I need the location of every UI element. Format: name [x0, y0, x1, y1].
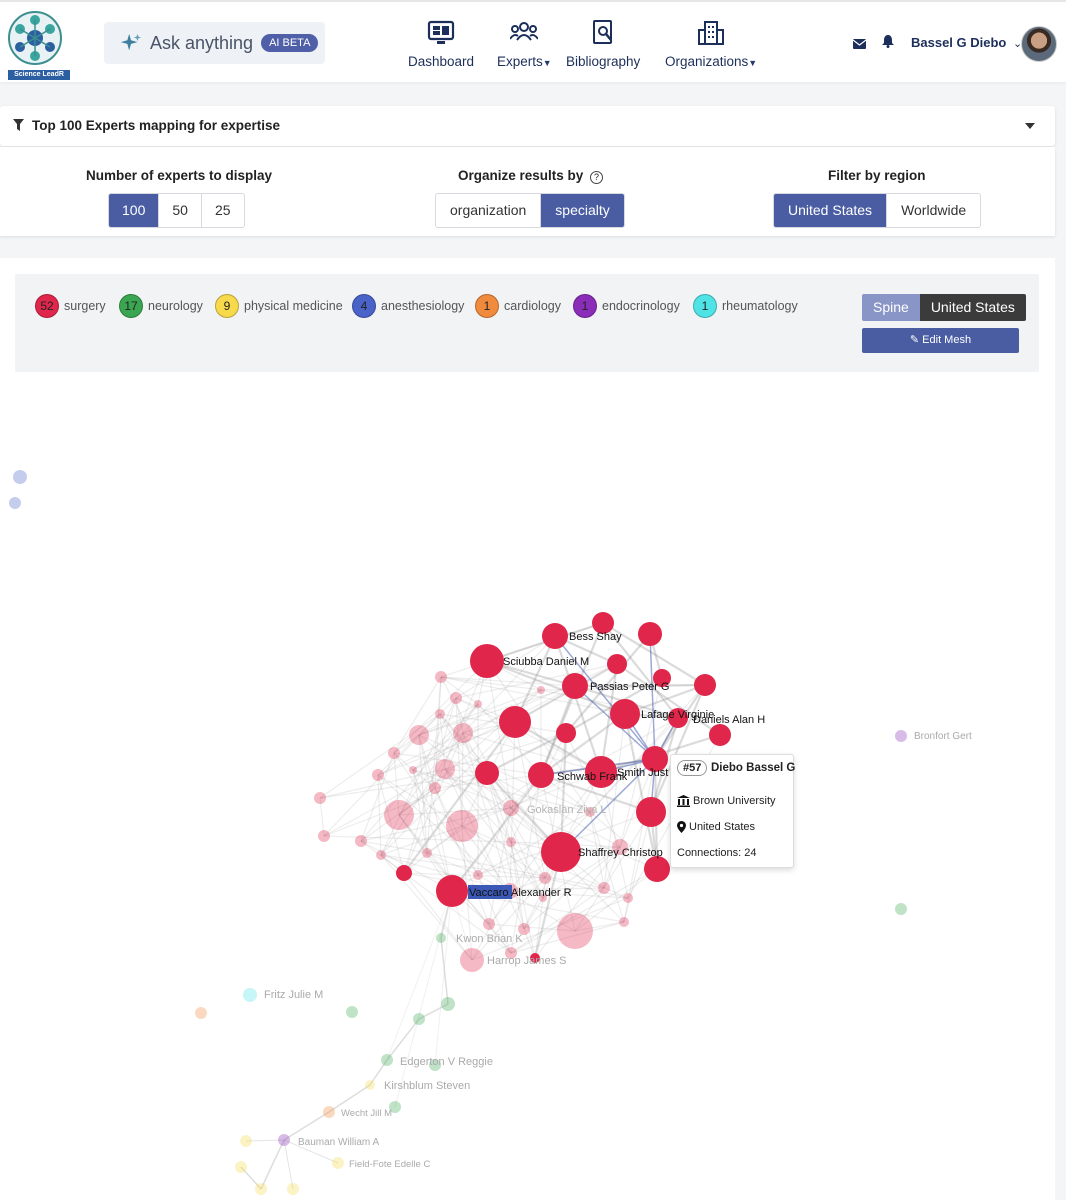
expert-connections: Connections: 24	[677, 847, 757, 859]
ai-beta-badge: AI BETA	[261, 34, 319, 52]
display-options: Number of experts to display 100 50 25 O…	[0, 147, 1055, 236]
legend-count: 1	[475, 294, 499, 318]
legend-item-cardiology[interactable]: 1 cardiology	[475, 294, 561, 318]
organize-option-organization[interactable]: organization	[436, 194, 542, 227]
legend-count: 1	[573, 294, 597, 318]
filter-icon	[13, 119, 24, 131]
legend-label: physical medicine	[244, 299, 343, 313]
legend-item-rheumatology[interactable]: 1 rheumatology	[693, 294, 798, 318]
avatar[interactable]	[1021, 26, 1057, 62]
legend-count: 17	[119, 294, 143, 318]
legend-label: cardiology	[504, 299, 561, 313]
legend-label: endocrinology	[602, 299, 680, 313]
expert-country: United States	[689, 821, 756, 833]
top-navbar: Science LeadR Ask anything AI BETA Dashb…	[0, 0, 1066, 82]
region-option-worldwide[interactable]: Worldwide	[887, 194, 980, 227]
scope-topic-button[interactable]: Spine	[862, 294, 920, 321]
region-option-united-states[interactable]: United States	[774, 194, 888, 227]
science-leadr-logo[interactable]: Science LeadR	[6, 10, 70, 80]
nav-organizations-label: Organizations	[665, 54, 749, 69]
organize-label: Organize results by ?	[458, 168, 604, 184]
legend-count: 4	[352, 294, 376, 318]
logo-text: Science LeadR	[8, 70, 70, 80]
sparkle-icon	[120, 33, 142, 51]
legend-count: 9	[215, 294, 239, 318]
expert-organization: Brown University	[693, 795, 776, 807]
dashboard-icon	[427, 20, 455, 44]
organize-option-specialty[interactable]: specialty	[541, 194, 624, 227]
mail-icon[interactable]	[852, 36, 867, 52]
chevron-down-icon: ▼	[542, 58, 552, 68]
legend-item-neurology[interactable]: 17 neurology	[119, 294, 203, 318]
collapse-caret-icon[interactable]	[1025, 123, 1035, 129]
expert-country-row: United States	[677, 821, 755, 833]
scope-toggle: Spine United States	[862, 294, 1026, 321]
nav-bibliography[interactable]: Bibliography	[566, 20, 640, 69]
expert-tooltip: #57 Diebo Bassel G Brown University Unit…	[670, 754, 796, 868]
count-option-25[interactable]: 25	[202, 194, 244, 227]
region-label: Filter by region	[828, 168, 926, 183]
user-menu[interactable]: Bassel G Diebo ⌄	[911, 35, 1022, 50]
count-option-50[interactable]: 50	[159, 194, 202, 227]
bell-icon[interactable]	[882, 35, 894, 51]
expert-rank-badge: #57	[677, 760, 708, 776]
experts-icon	[510, 22, 539, 41]
legend-item-surgery[interactable]: 52 surgery	[35, 294, 106, 318]
legend-label: rheumatology	[722, 299, 798, 313]
ask-anything-label: Ask anything	[150, 32, 254, 53]
organize-group: organization specialty	[435, 193, 625, 228]
legend-label: surgery	[64, 299, 106, 313]
scope-region-button[interactable]: United States	[919, 294, 1026, 321]
expert-name: Diebo Bassel G	[711, 762, 796, 774]
legend-label: anesthesiology	[381, 299, 465, 313]
nav-dashboard-label: Dashboard	[408, 54, 475, 69]
edit-mesh-button[interactable]: ✎ Edit Mesh	[862, 328, 1019, 353]
nav-bibliography-label: Bibliography	[566, 54, 641, 69]
legend-label: neurology	[148, 299, 203, 313]
expert-network-card: 52 surgery 17 neurology 9 physical medic…	[0, 258, 1055, 1200]
legend-count: 52	[35, 294, 59, 318]
legend-item-anesthesiology[interactable]: 4 anesthesiology	[352, 294, 464, 318]
expertise-filter-panel[interactable]: Top 100 Experts mapping for expertise	[0, 106, 1055, 146]
map-pin-icon	[677, 821, 686, 833]
legend-item-endocrinology[interactable]: 1 endocrinology	[573, 294, 680, 318]
nav-organizations[interactable]: Organizations▼	[665, 20, 757, 69]
bibliography-icon	[593, 20, 613, 44]
edit-mesh-label: Edit Mesh	[922, 334, 972, 346]
pencil-icon: ✎	[909, 334, 920, 346]
nav-experts[interactable]: Experts▼	[497, 20, 552, 69]
expert-organization-row: Brown University	[677, 795, 776, 807]
institution-icon	[677, 795, 690, 807]
expert-count-group: 100 50 25	[108, 193, 245, 228]
legend-count: 1	[693, 294, 717, 318]
nav-experts-label: Experts	[497, 54, 543, 69]
user-name: Bassel G Diebo	[911, 35, 1007, 50]
organizations-icon	[698, 21, 725, 45]
specialty-legend: 52 surgery 17 neurology 9 physical medic…	[15, 274, 1039, 372]
panel-title: Top 100 Experts mapping for expertise	[32, 118, 281, 133]
organize-label-text: Organize results by	[458, 168, 584, 183]
legend-item-physical-medicine[interactable]: 9 physical medicine	[215, 294, 343, 318]
count-option-100[interactable]: 100	[109, 194, 160, 227]
help-icon[interactable]: ?	[590, 171, 604, 184]
ask-anything-button[interactable]: Ask anything AI BETA	[104, 22, 325, 64]
region-group: United States Worldwide	[773, 193, 982, 228]
nav-dashboard[interactable]: Dashboard	[408, 20, 474, 69]
expert-count-label: Number of experts to display	[86, 168, 273, 183]
chevron-down-icon: ▼	[748, 58, 758, 68]
